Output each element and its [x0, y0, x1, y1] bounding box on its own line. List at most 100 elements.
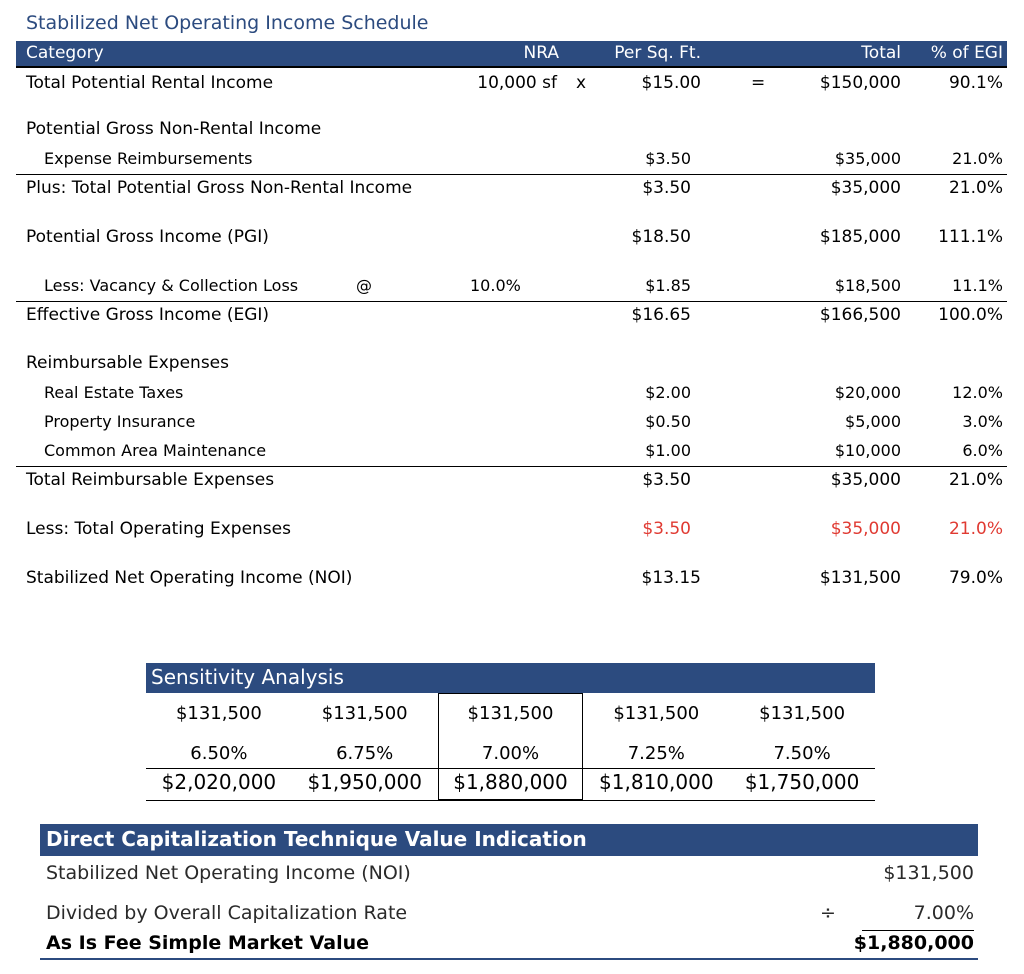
row-total: $150,000	[819, 73, 901, 93]
direct-cap-market-value: $1,880,000	[853, 932, 974, 954]
row-egi: 6.0%	[962, 441, 1003, 460]
row-egi: 100.0%	[938, 305, 1003, 325]
row-total: $185,000	[819, 227, 901, 247]
sensitivity-rate: 7.50%	[773, 743, 831, 764]
row-psf: $0.50	[645, 412, 691, 431]
direct-cap-header: Direct Capitalization Technique Value In…	[40, 824, 978, 856]
row-psf: $13.15	[641, 568, 701, 588]
row-label: Stabilized Net Operating Income (NOI)	[26, 568, 353, 588]
sensitivity-value: $1,750,000	[744, 770, 860, 794]
row-label: Real Estate Taxes	[44, 383, 184, 402]
header-psf: Per Sq. Ft.	[614, 43, 701, 63]
sensitivity-bottom-rule	[146, 800, 875, 801]
direct-cap-rate-row: Divided by Overall Capitalization Rate ÷…	[40, 900, 978, 930]
row-egi: 21.0%	[952, 149, 1003, 168]
row-total: $5,000	[845, 412, 901, 431]
header-nra: NRA	[523, 43, 559, 63]
row-plus-total-non-rental: Plus: Total Potential Gross Non-Rental I…	[16, 174, 1007, 201]
row-egi: 3.0%	[962, 412, 1003, 431]
row-real-estate-taxes: Real Estate Taxes $2.00 $20,000 12.0%	[16, 380, 1007, 407]
row-pgi: Potential Gross Income (PGI) $18.50 $185…	[16, 224, 1007, 251]
row-label: Less: Total Operating Expenses	[26, 519, 291, 539]
sensitivity-value: $1,810,000	[599, 770, 714, 794]
row-psf: $3.50	[642, 470, 691, 490]
row-psf: $1.85	[645, 276, 691, 295]
row-label: Property Insurance	[44, 412, 196, 431]
row-egi: 11.1%	[952, 276, 1003, 295]
row-total: $35,000	[830, 178, 901, 198]
direct-cap-rate-value: 7.00%	[913, 902, 974, 924]
row-label: Expense Reimbursements	[44, 149, 253, 168]
row-label: Less: Vacancy & Collection Loss	[44, 276, 299, 295]
direct-cap-noi-value: $131,500	[883, 862, 974, 884]
sensitivity-rate: 7.00%	[481, 743, 540, 764]
sensitivity-title: Sensitivity Analysis	[151, 665, 344, 689]
sensitivity-header: Sensitivity Analysis	[146, 663, 875, 693]
row-total: $166,500	[819, 305, 901, 325]
row-label: Total Potential Rental Income	[26, 73, 274, 93]
row-total-potential-rental-income: Total Potential Rental Income 10,000 sf …	[16, 70, 1007, 97]
row-expense-reimbursements: Expense Reimbursements $3.50 $35,000 21.…	[16, 146, 1007, 173]
sensitivity-noi: $131,500	[467, 703, 554, 724]
sensitivity-rate: 7.25%	[627, 743, 685, 764]
row-reimbursable-heading: Reimbursable Expenses	[16, 350, 1007, 377]
row-egi: 21.0%	[948, 470, 1003, 490]
row-psf: $1.00	[645, 441, 691, 460]
sensitivity-divider	[146, 768, 875, 769]
row-psf: $15.00	[641, 73, 701, 93]
sensitivity-column-selected: $131,500 7.00% $1,880,000	[437, 693, 584, 800]
row-psf: $16.65	[631, 305, 691, 325]
sensitivity-rate: 6.50%	[190, 743, 248, 764]
row-at: @	[356, 276, 372, 295]
sensitivity-noi: $131,500	[321, 703, 408, 724]
row-psf: $3.50	[642, 178, 691, 198]
sensitivity-noi: $131,500	[759, 703, 846, 724]
row-egi: 90.1%	[948, 73, 1003, 93]
row-egi: 111.1%	[938, 227, 1003, 247]
sensitivity-column: $131,500 6.50% $2,020,000	[146, 693, 292, 800]
row-total: $35,000	[830, 470, 901, 490]
direct-cap-title: Direct Capitalization Technique Value In…	[46, 827, 587, 851]
row-psf: $2.00	[645, 383, 691, 402]
direct-cap-value-row: As Is Fee Simple Market Value $1,880,000	[40, 930, 978, 960]
sensitivity-column: $131,500 7.25% $1,810,000	[583, 693, 729, 800]
row-label: Potential Gross Non-Rental Income	[26, 119, 322, 139]
header-total: Total	[861, 43, 901, 63]
row-total-reimbursable: Total Reimbursable Expenses $3.50 $35,00…	[16, 466, 1007, 493]
row-rate: 10.0%	[470, 276, 521, 295]
row-total: $10,000	[834, 441, 901, 460]
row-psf: $3.50	[645, 149, 691, 168]
row-psf: $18.50	[631, 227, 691, 247]
row-total: $35,000	[830, 519, 901, 539]
schedule-header: Category NRA Per Sq. Ft. Total % of EGI	[16, 41, 1007, 68]
direct-cap-value-label: As Is Fee Simple Market Value	[46, 932, 370, 954]
header-category: Category	[26, 43, 104, 63]
sensitivity-value: $1,950,000	[307, 770, 422, 794]
row-egi: 21.0%	[948, 178, 1003, 198]
row-label: Plus: Total Potential Gross Non-Rental I…	[26, 178, 413, 198]
sensitivity-noi: $131,500	[175, 703, 262, 724]
row-equals: =	[751, 73, 766, 93]
row-label: Potential Gross Income (PGI)	[26, 227, 269, 247]
row-property-insurance: Property Insurance $0.50 $5,000 3.0%	[16, 409, 1007, 436]
row-label: Total Reimbursable Expenses	[26, 470, 275, 490]
sensitivity-column: $131,500 6.75% $1,950,000	[292, 693, 438, 800]
row-label: Reimbursable Expenses	[26, 353, 229, 373]
row-common-area-maintenance: Common Area Maintenance $1.00 $10,000 6.…	[16, 438, 1007, 465]
row-egi: Effective Gross Income (EGI) $16.65 $166…	[16, 301, 1007, 328]
sensitivity-grid: $131,500 6.50% $2,020,000 $131,500 6.75%…	[146, 693, 875, 800]
header-egi: % of EGI	[930, 43, 1003, 63]
row-noi: Stabilized Net Operating Income (NOI) $1…	[16, 565, 1007, 592]
sensitivity-value: $1,880,000	[453, 770, 568, 794]
sensitivity-column: $131,500 7.50% $1,750,000	[729, 693, 875, 800]
row-times: x	[576, 73, 587, 93]
row-egi: 21.0%	[948, 519, 1003, 539]
row-total-operating-expenses: Less: Total Operating Expenses $3.50 $35…	[16, 516, 1007, 543]
row-total: $18,500	[834, 276, 901, 295]
schedule-title: Stabilized Net Operating Income Schedule	[26, 12, 429, 34]
row-egi: 12.0%	[952, 383, 1003, 402]
row-egi: 79.0%	[948, 568, 1003, 588]
direct-cap-rate-label: Divided by Overall Capitalization Rate	[46, 902, 408, 924]
sensitivity-noi: $131,500	[613, 703, 700, 724]
direct-cap-noi-label: Stabilized Net Operating Income (NOI)	[46, 862, 411, 884]
